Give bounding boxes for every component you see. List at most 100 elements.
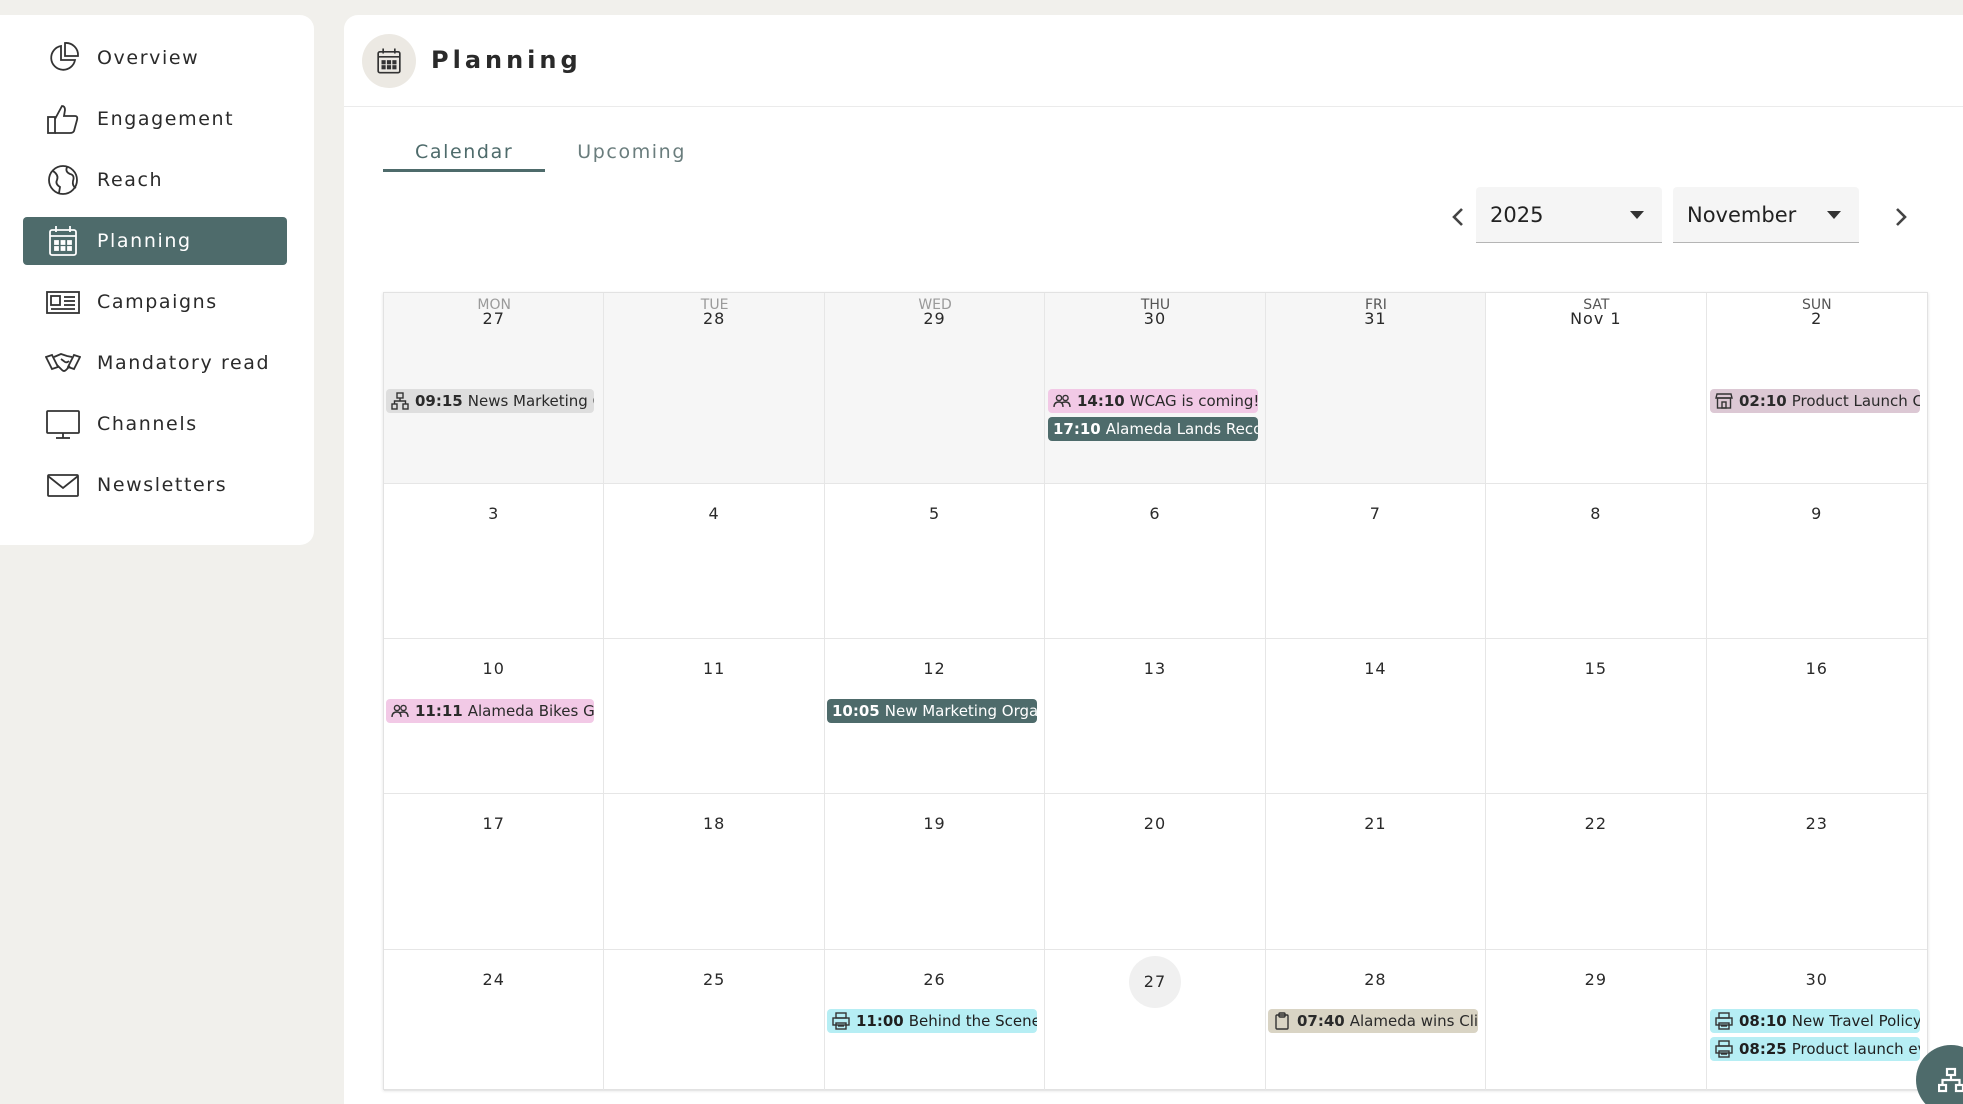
- sidebar-item-label: Planning: [97, 230, 192, 252]
- sidebar-item-label: Newsletters: [97, 474, 228, 496]
- day-number: 16: [1805, 659, 1828, 678]
- tab-bar: Calendar Upcoming: [383, 120, 718, 172]
- day-number: 3: [488, 504, 500, 523]
- event-time: 08:10: [1739, 1012, 1787, 1030]
- sidebar-item-newsletters[interactable]: Newsletters: [23, 461, 287, 509]
- calendar-event[interactable]: 02:10 Product Launch C: [1710, 389, 1920, 413]
- day-number: 12: [923, 659, 946, 678]
- event-title: News Marketing C: [467, 392, 594, 410]
- day-cell[interactable]: 11: [604, 639, 825, 794]
- day-cell[interactable]: 29: [1486, 950, 1707, 1091]
- day-cell[interactable]: 9: [1706, 484, 1927, 639]
- calendar-icon: [362, 34, 416, 88]
- day-number: 10: [482, 659, 505, 678]
- org-chart-icon: [391, 392, 409, 410]
- month-calendar: 27 28 29 30 31 Nov 1 2 MON TUE WED THU F…: [383, 292, 1928, 1091]
- calendar-week: 17 18 19 20 21 22 23: [384, 794, 1927, 950]
- tab-calendar[interactable]: Calendar: [383, 120, 546, 172]
- day-cell[interactable]: 25: [604, 950, 825, 1091]
- calendar-icon: [45, 223, 81, 259]
- month-select-value: November: [1687, 202, 1797, 227]
- day-cell[interactable]: 3: [384, 484, 605, 639]
- day-number: 13: [1143, 659, 1167, 678]
- day-cell[interactable]: 6: [1045, 484, 1266, 639]
- calendar-event[interactable]: 07:40 Alameda wins Clir: [1268, 1009, 1478, 1033]
- calendar-event[interactable]: 08:10 New Travel Policy f: [1710, 1009, 1920, 1033]
- envelope-icon: [45, 467, 81, 503]
- day-cell[interactable]: Nov 1: [1486, 293, 1707, 484]
- event-title: WCAG is coming!: [1129, 392, 1258, 410]
- calendar-week: 3 4 5 6 7 8 9: [384, 484, 1927, 639]
- calendar-event[interactable]: 09:15 News Marketing C: [386, 389, 594, 413]
- sidebar-item-mandatory-read[interactable]: Mandatory read: [23, 339, 287, 387]
- event-time: 17:10: [1053, 420, 1101, 438]
- clipboard-icon: [1273, 1012, 1291, 1030]
- calendar-event[interactable]: 11:11 Alameda Bikes Ge: [386, 699, 594, 723]
- calendar-week: 24 25 26 27 28 29 30: [384, 950, 1927, 1091]
- day-number: 11: [702, 659, 726, 678]
- sidebar-item-label: Overview: [97, 47, 200, 69]
- sidebar-item-engagement[interactable]: Engagement: [23, 95, 287, 143]
- day-cell[interactable]: 4: [604, 484, 825, 639]
- year-select[interactable]: 2025: [1476, 187, 1662, 243]
- event-time: 11:11: [415, 702, 463, 720]
- sidebar-item-planning[interactable]: Planning: [23, 217, 287, 265]
- sidebar-item-label: Channels: [97, 413, 198, 435]
- day-cell[interactable]: 7: [1265, 484, 1487, 639]
- sidebar: Overview Engagement Reach Planning Campa…: [0, 15, 314, 545]
- printer-icon: [1715, 1012, 1733, 1030]
- event-title: Alameda Bikes Ge: [467, 702, 594, 720]
- sidebar-item-channels[interactable]: Channels: [23, 400, 287, 448]
- sidebar-item-campaigns[interactable]: Campaigns: [23, 278, 287, 326]
- day-cell[interactable]: 22: [1486, 794, 1707, 950]
- day-number: 17: [482, 814, 505, 833]
- day-cell[interactable]: 15: [1486, 639, 1707, 794]
- day-cell[interactable]: 5: [824, 484, 1046, 639]
- monitor-icon: [45, 406, 81, 442]
- day-cell[interactable]: 17: [384, 794, 605, 950]
- day-cell[interactable]: 27: [1045, 950, 1266, 1091]
- day-number: 20: [1143, 814, 1167, 833]
- day-number: 8: [1590, 504, 1602, 523]
- day-cell[interactable]: 28: [604, 293, 825, 484]
- calendar-navigation: 2025 November: [344, 187, 1963, 247]
- sidebar-item-label: Mandatory read: [97, 352, 271, 374]
- calendar-event[interactable]: 14:10 WCAG is coming!: [1048, 389, 1258, 413]
- day-cell[interactable]: 20: [1045, 794, 1266, 950]
- day-cell[interactable]: 18: [604, 794, 825, 950]
- day-cell[interactable]: 16: [1706, 639, 1927, 794]
- tab-upcoming[interactable]: Upcoming: [545, 120, 718, 170]
- weekday-label: TUE: [700, 297, 729, 313]
- day-cell[interactable]: 19: [824, 794, 1046, 950]
- year-select-value: 2025: [1490, 202, 1544, 227]
- caret-down-icon: [1630, 211, 1644, 219]
- day-cell[interactable]: 8: [1486, 484, 1707, 639]
- day-cell[interactable]: 21: [1265, 794, 1487, 950]
- sidebar-item-label: Reach: [97, 169, 164, 191]
- printer-icon: [832, 1012, 850, 1030]
- calendar-event[interactable]: 10:05 New Marketing Organ: [827, 699, 1037, 723]
- day-cell[interactable]: 14: [1265, 639, 1487, 794]
- day-cell[interactable]: 31: [1265, 293, 1487, 484]
- sidebar-item-reach[interactable]: Reach: [23, 156, 287, 204]
- day-cell[interactable]: 13: [1045, 639, 1266, 794]
- group-icon: [391, 702, 409, 720]
- chevron-left-icon[interactable]: [1445, 203, 1473, 231]
- weekday-label: SUN: [1801, 297, 1832, 313]
- day-number: 9: [1811, 504, 1823, 523]
- calendar-event[interactable]: 11:00 Behind the Scenes: [827, 1009, 1037, 1033]
- calendar-event[interactable]: 08:25 Product launch ev: [1710, 1037, 1920, 1061]
- month-select[interactable]: November: [1673, 187, 1859, 243]
- day-cell[interactable]: 29: [824, 293, 1046, 484]
- event-time: 08:25: [1739, 1040, 1787, 1058]
- day-cell[interactable]: 24: [384, 950, 605, 1091]
- chevron-right-icon[interactable]: [1886, 203, 1914, 231]
- calendar-week: 10 11 12 13 14 15 16: [384, 639, 1927, 794]
- sidebar-item-overview[interactable]: Overview: [23, 34, 287, 82]
- event-title: Behind the Scenes: [908, 1012, 1037, 1030]
- event-title: New Travel Policy f: [1791, 1012, 1920, 1030]
- handshake-icon: [45, 345, 81, 381]
- calendar-event[interactable]: 17:10 Alameda Lands Recor: [1048, 417, 1258, 441]
- pie-chart-icon: [45, 40, 81, 76]
- day-cell[interactable]: 23: [1706, 794, 1927, 950]
